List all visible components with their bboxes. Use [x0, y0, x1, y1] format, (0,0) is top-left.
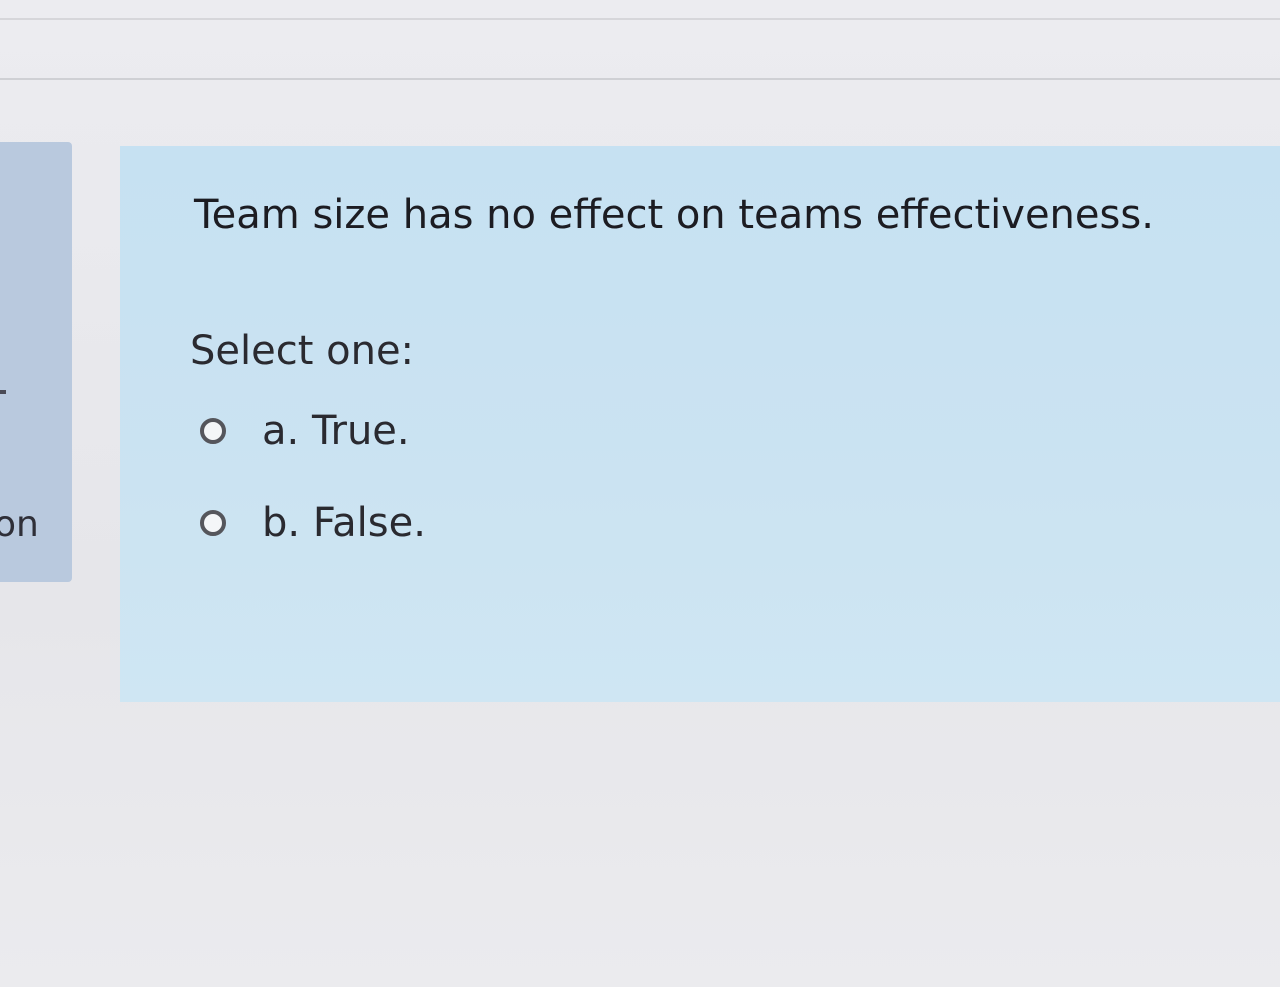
- answer-label-a[interactable]: a. True.: [262, 408, 410, 454]
- answer-option-b[interactable]: b. False.: [200, 500, 426, 546]
- header-divider: [0, 18, 1280, 20]
- select-one-prompt: Select one:: [190, 328, 415, 374]
- info-panel-label: on: [0, 504, 39, 545]
- header-divider-lower: [0, 78, 1280, 80]
- answer-option-a[interactable]: a. True.: [200, 408, 410, 454]
- answer-label-b[interactable]: b. False.: [262, 500, 426, 546]
- radio-button-a[interactable]: [200, 418, 226, 444]
- question-text: Team size has no effect on teams effecti…: [194, 192, 1154, 238]
- quiz-page: on Team size has no effect on teams effe…: [0, 0, 1280, 987]
- question-info-panel: on: [0, 142, 72, 582]
- info-panel-mark: [0, 390, 6, 394]
- radio-button-b[interactable]: [200, 510, 226, 536]
